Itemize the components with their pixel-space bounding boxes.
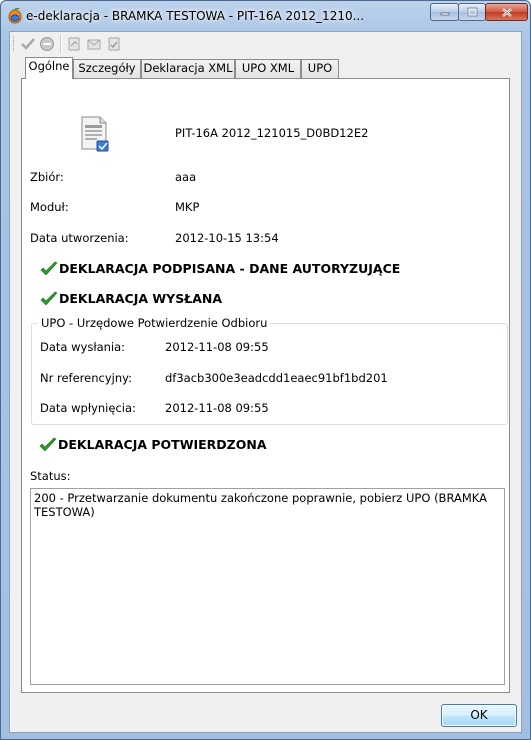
toolbar (10, 32, 521, 56)
sent-status: DEKLARACJA WYSŁANA (59, 291, 223, 306)
close-icon (501, 7, 512, 17)
tab-label: Deklaracja XML (143, 61, 233, 75)
upo-sent-value: 2012-11-08 09:55 (165, 340, 269, 354)
created-label: Data utworzenia: (30, 231, 129, 245)
tab-label: Ogólne (28, 59, 70, 73)
upo-group: UPO - Urzędowe Potwierdzenie Odbioru Dat… (31, 316, 508, 425)
tab-upo-xml[interactable]: UPO XML (235, 59, 301, 78)
tab-label: UPO XML (241, 61, 295, 75)
toolbar-separator (60, 35, 62, 53)
receive-icon (108, 37, 120, 51)
window-title: e-deklaracja - BRAMKA TESTOWA - PIT-16A … (26, 9, 365, 23)
confirmed-status: DEKLARACJA POTWIERDZONA (58, 437, 267, 452)
document-name: PIT-16A 2012_121015_D0BD12E2 (175, 126, 369, 140)
minimize-button[interactable] (430, 3, 459, 21)
check-icon (40, 261, 58, 276)
minimize-icon (440, 12, 449, 16)
tab-upo[interactable]: UPO (301, 59, 339, 78)
modul-value: MKP (175, 200, 200, 214)
app-window: e-deklaracja - BRAMKA TESTOWA - PIT-16A … (0, 0, 531, 740)
status-text: 200 - Przetwarzanie dokumentu zakończone… (34, 491, 487, 519)
toolbar-sign-button[interactable] (65, 35, 83, 53)
toolbar-check-button[interactable] (19, 35, 37, 53)
tab-deklaracja-xml[interactable]: Deklaracja XML (141, 59, 235, 78)
created-value: 2012-10-15 13:54 (175, 231, 279, 245)
ok-button[interactable]: OK (441, 704, 517, 727)
document-icon (81, 116, 109, 152)
upo-received-label: Data wpłynięcia: (40, 401, 136, 415)
upo-group-title: UPO - Urzędowe Potwierdzenie Odbioru (38, 316, 271, 330)
check-icon (21, 38, 35, 50)
block-icon (40, 37, 54, 51)
check-icon (40, 291, 58, 306)
tab-ogolne[interactable]: Ogólne (25, 57, 73, 79)
toolbar-grip[interactable] (13, 36, 16, 51)
zbior-value: aaa (175, 170, 197, 184)
sign-icon (68, 37, 80, 51)
maximize-icon (467, 7, 477, 17)
status-label: Status: (30, 469, 71, 483)
signed-status: DEKLARACJA PODPISANA - DANE AUTORYZUJĄCE (59, 261, 401, 276)
upo-ref-value: df3acb300e3eadcdd1eaec91bf1bd201 (165, 371, 388, 385)
toolbar-block-button[interactable] (38, 35, 56, 53)
tab-szczegoly[interactable]: Szczegóły (73, 59, 141, 78)
title-bar[interactable]: e-deklaracja - BRAMKA TESTOWA - PIT-16A … (1, 1, 530, 31)
zbior-label: Zbiór: (30, 170, 64, 184)
toolbar-send-button[interactable] (85, 35, 103, 53)
modul-label: Moduł: (30, 200, 69, 214)
upo-sent-label: Data wysłania: (40, 340, 126, 354)
toolbar-receive-button[interactable] (105, 35, 123, 53)
app-icon (8, 8, 22, 24)
close-button[interactable] (485, 3, 528, 21)
upo-ref-label: Nr referencyjny: (40, 371, 132, 385)
maximize-button[interactable] (458, 3, 486, 21)
upo-received-value: 2012-11-08 09:55 (165, 401, 269, 415)
status-textbox[interactable]: 200 - Przetwarzanie dokumentu zakończone… (30, 488, 505, 685)
tab-label: Szczegóły (78, 61, 136, 75)
send-icon (87, 39, 101, 50)
check-icon (39, 437, 57, 452)
tab-label: UPO (307, 61, 333, 75)
